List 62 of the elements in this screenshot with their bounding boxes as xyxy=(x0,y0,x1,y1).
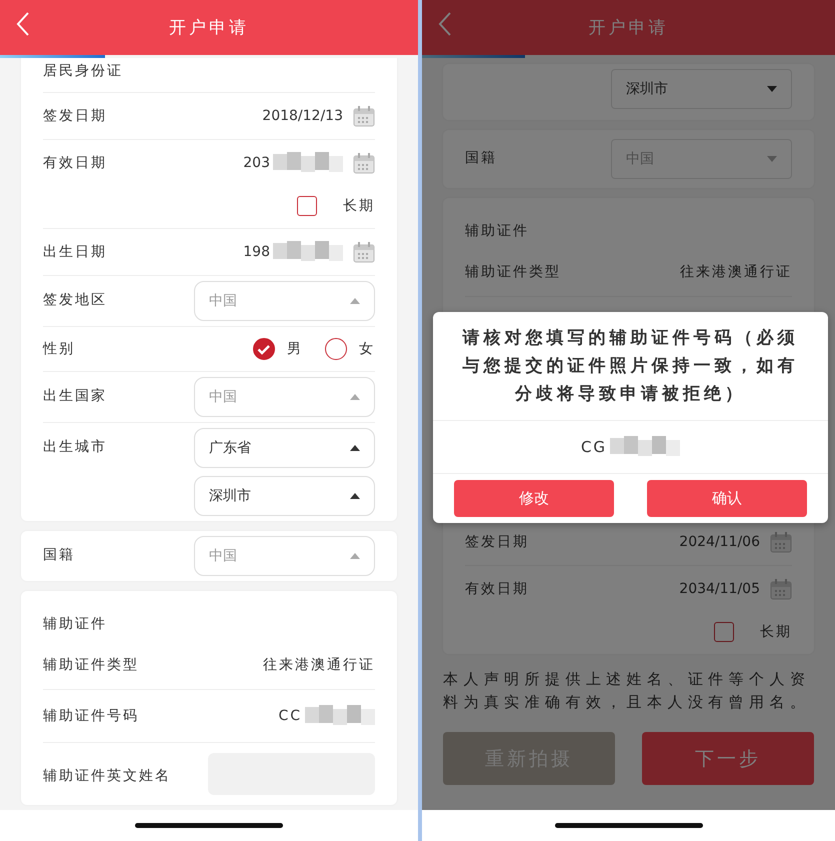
field-label: 出生日期 xyxy=(43,243,107,261)
field-value: 往来港澳通行证 xyxy=(680,263,792,281)
next-button[interactable]: 下一步 xyxy=(642,732,814,785)
caret-icon xyxy=(350,298,360,304)
checkbox[interactable] xyxy=(297,196,317,216)
document-number: CG xyxy=(580,438,608,456)
field-label: 国籍 xyxy=(43,546,76,564)
edit-button[interactable]: 修改 xyxy=(454,480,614,517)
dropdown[interactable]: 深圳市 xyxy=(194,476,375,516)
field-label: 有效日期 xyxy=(43,154,107,172)
calendar-icon[interactable] xyxy=(353,241,375,263)
declaration-text: 本人声明所提供上述姓名、证件等个人资料为真实准确有效，且本人没有曾用名。 xyxy=(443,669,812,713)
caret-icon xyxy=(350,394,360,400)
dialog-message: 请核对您填写的辅助证件号码（必须与您提交的证件照片保持一致，如有分歧将导致申请被拒绝） xyxy=(461,327,800,406)
date-value: 2024/11/06 xyxy=(679,534,760,550)
date-value: 2018/12/13 xyxy=(262,108,343,124)
radio-button[interactable] xyxy=(325,338,347,360)
field-label: 签发地区 xyxy=(43,291,108,309)
back-icon[interactable] xyxy=(16,12,30,36)
checkbox-label: 长期 xyxy=(343,197,375,215)
date-value: 203 xyxy=(243,155,270,171)
field-value: CC xyxy=(278,708,302,724)
calendar-icon[interactable] xyxy=(353,105,375,127)
caret-icon xyxy=(767,156,777,162)
caret-icon xyxy=(350,553,360,559)
radio-button[interactable] xyxy=(253,338,275,360)
confirm-button[interactable]: 确认 xyxy=(647,480,807,517)
field-label: 有效日期 xyxy=(465,580,529,598)
dropdown[interactable]: 广东省 xyxy=(194,428,375,468)
field-label: 出生国家 xyxy=(43,387,108,405)
caret-icon xyxy=(350,445,360,451)
dropdown[interactable]: 深圳市 xyxy=(611,69,792,109)
radio-label: 女 xyxy=(359,340,375,358)
page-title: 开户申请 xyxy=(588,17,668,39)
calendar-icon[interactable] xyxy=(770,578,792,600)
field-label: 辅助证件类型 xyxy=(43,656,139,674)
section-heading: 辅助证件 xyxy=(43,616,107,632)
calendar-icon[interactable] xyxy=(353,152,375,174)
calendar-icon[interactable] xyxy=(770,531,792,553)
field-label: 辅助证件类型 xyxy=(465,263,561,281)
checkbox-label: 长期 xyxy=(760,623,792,641)
section-heading: 居民身份证 xyxy=(43,63,123,79)
field-label: 国籍 xyxy=(465,149,498,167)
dropdown[interactable]: 中国 xyxy=(194,536,375,576)
section-heading: 辅助证件 xyxy=(465,223,529,239)
field-label: 辅助证件号码 xyxy=(43,707,139,725)
back-icon[interactable] xyxy=(438,12,452,36)
radio-label: 男 xyxy=(287,340,303,358)
caret-icon xyxy=(350,493,360,499)
dropdown[interactable]: 中国 xyxy=(194,377,375,417)
page-title: 开户申请 xyxy=(169,17,249,39)
caret-icon xyxy=(767,86,777,92)
checkbox[interactable] xyxy=(714,622,734,642)
field-label: 性别 xyxy=(43,340,75,358)
date-value: 198 xyxy=(243,244,270,260)
field-label: 出生城市 xyxy=(43,438,108,456)
field-label: 签发日期 xyxy=(43,107,107,125)
field-label: 辅助证件英文姓名 xyxy=(43,767,172,785)
field-value: 往来港澳通行证 xyxy=(263,656,375,674)
dropdown[interactable]: 中国 xyxy=(194,281,375,321)
date-value: 2034/11/05 xyxy=(679,581,760,597)
field-label: 签发日期 xyxy=(465,533,529,551)
